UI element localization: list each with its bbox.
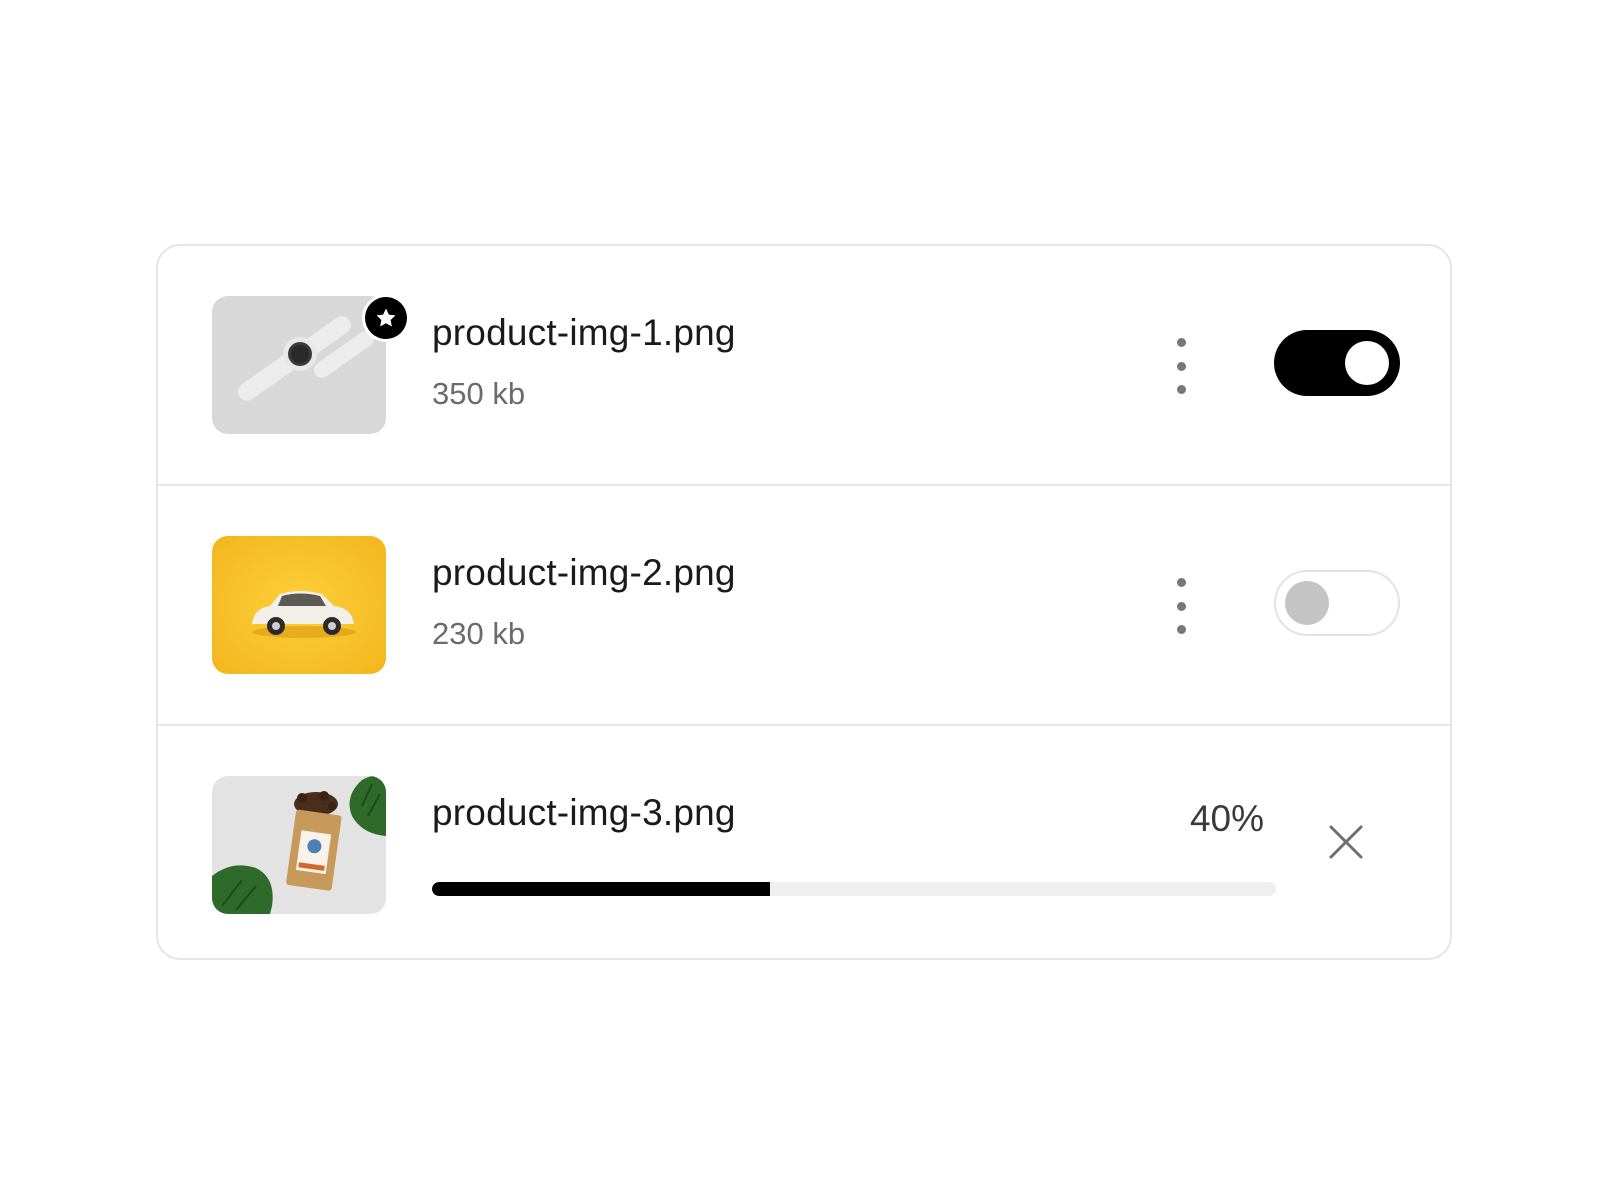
more-vertical-icon — [1176, 338, 1186, 347]
file-row-1: product-img-1.png 350 kb — [158, 246, 1450, 484]
file-row-3: product-img-3.png 40% — [158, 726, 1450, 958]
file-row-2: product-img-2.png 230 kb — [158, 486, 1450, 724]
file-size: 350 kb — [432, 376, 526, 411]
toggle-knob — [1285, 581, 1329, 625]
upload-progress-percent: 40% — [1189, 798, 1264, 839]
visibility-toggle[interactable] — [1274, 330, 1400, 396]
toggle-knob — [1345, 341, 1389, 385]
car-thumbnail — [212, 536, 386, 674]
file-name: product-img-1.png — [432, 312, 736, 353]
file-size: 230 kb — [432, 616, 526, 651]
file-list-card: product-img-1.png 350 kb product-img-2.p… — [156, 244, 1452, 960]
more-options-button[interactable] — [1166, 578, 1196, 634]
watch-thumbnail — [212, 296, 386, 434]
star-icon — [376, 308, 396, 327]
more-options-button[interactable] — [1166, 338, 1196, 394]
close-icon — [1329, 825, 1363, 859]
file-name: product-img-2.png — [432, 552, 736, 593]
coffee-bag-thumbnail — [212, 776, 386, 914]
more-vertical-icon — [1176, 578, 1186, 587]
visibility-toggle[interactable] — [1274, 570, 1400, 636]
file-name: product-img-3.png — [432, 792, 736, 833]
upload-progress-bar — [432, 882, 1276, 896]
cancel-upload-button[interactable] — [1326, 822, 1366, 862]
featured-badge[interactable] — [362, 294, 410, 342]
upload-progress-fill — [432, 882, 770, 896]
